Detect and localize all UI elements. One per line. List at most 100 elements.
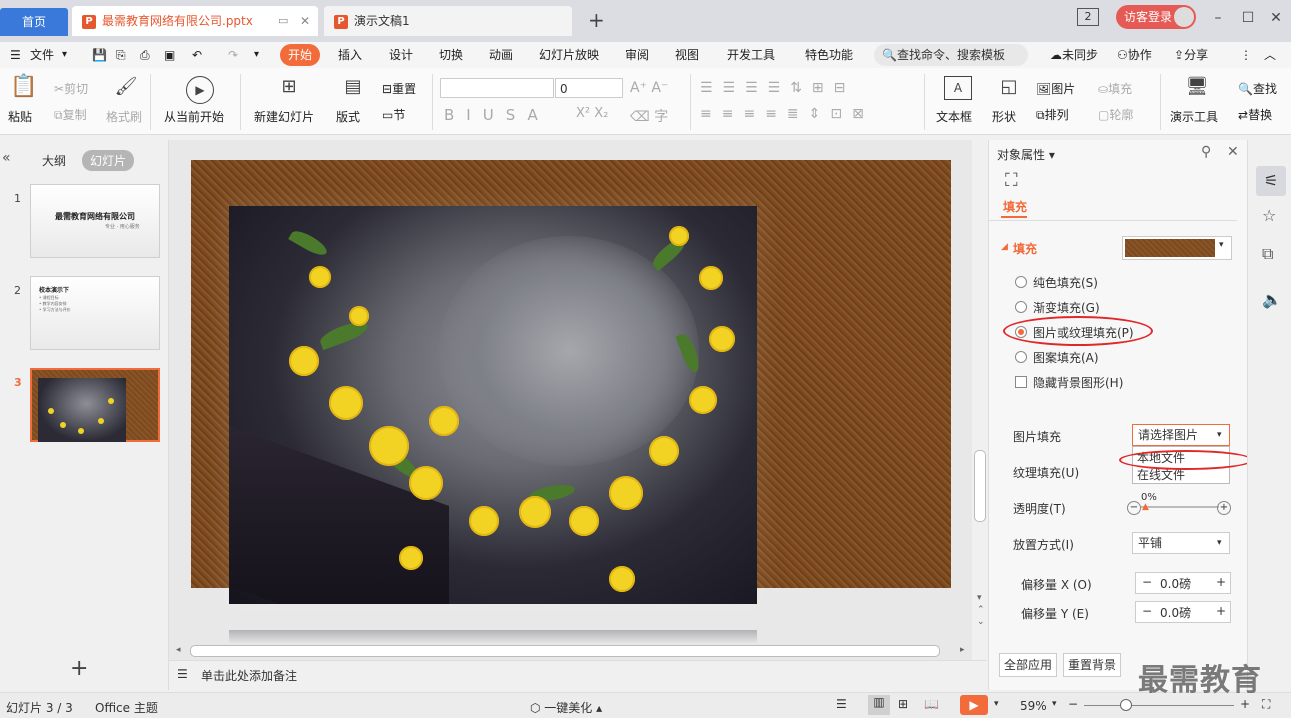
tab-fill[interactable]: 填充 — [1003, 198, 1027, 215]
command-search[interactable]: 🔍查找命令、搜索模板 — [874, 44, 1028, 66]
hide-bg-checkbox[interactable] — [1015, 376, 1027, 388]
paste-icon[interactable]: 📋 — [10, 74, 38, 99]
slide-thumbnail-2[interactable]: 校本演示下 • 课程目标 • 教学内容安排 • 学习方法与评价 — [30, 276, 160, 350]
tab-review[interactable]: 审阅 — [625, 42, 649, 68]
copy-button[interactable]: ⧉复制 — [54, 106, 87, 123]
plus-icon[interactable]: + — [1216, 575, 1226, 589]
reading-view-icon[interactable]: 📖 — [924, 697, 939, 711]
maximize-icon[interactable]: ☐ — [1238, 8, 1258, 28]
fill-section-title[interactable]: 填充 — [1013, 240, 1037, 257]
tab-insert[interactable]: 插入 — [338, 42, 362, 68]
doc-tab-draft[interactable]: P 演示文稿1 — [324, 6, 572, 36]
chevron-down-icon[interactable]: ▾ — [62, 42, 67, 68]
beautify-button[interactable]: ⬡ 一键美化 ▴ — [530, 699, 602, 716]
format-painter-button[interactable]: 格式刷 — [106, 108, 142, 125]
layout-button[interactable]: 版式 — [336, 108, 360, 125]
more-icon[interactable]: ⋮ — [1240, 42, 1252, 68]
scroll-right-icon[interactable]: ▸ — [960, 645, 965, 655]
horizontal-scrollbar[interactable] — [190, 645, 940, 657]
close-panel-icon[interactable]: ✕ — [1227, 144, 1239, 160]
zoom-out-icon[interactable]: − — [1068, 697, 1078, 711]
offset-x-stepper[interactable]: − 0.0磅 + — [1135, 572, 1231, 594]
quick-access-more-icon[interactable]: ▾ — [254, 42, 259, 68]
present-tools-icon[interactable]: 🖥 — [1184, 76, 1210, 97]
save-icon[interactable]: 💾 — [92, 42, 107, 68]
hide-bg-label[interactable]: 隐藏背景图形(H) — [1033, 374, 1123, 391]
option-solid-fill[interactable]: 纯色填充(S) — [1033, 274, 1098, 291]
transparency-minus[interactable]: − — [1127, 501, 1141, 515]
arrange-button[interactable]: ⧉排列 — [1036, 106, 1069, 123]
slide-thumbnail-3[interactable] — [30, 368, 160, 442]
layout-icon[interactable]: ▤ — [340, 76, 366, 97]
picture-button[interactable]: 🖼图片 — [1036, 80, 1075, 97]
hamburger-icon[interactable]: ☰ — [10, 42, 21, 68]
font-size-select[interactable]: 0 — [555, 78, 623, 98]
pin-icon[interactable]: ⚲ — [1201, 144, 1211, 160]
cut-button[interactable]: ✂剪切 — [54, 80, 88, 97]
add-tab-button[interactable]: + — [588, 8, 605, 32]
window-count-badge[interactable]: 2 — [1077, 8, 1099, 26]
radio-solid-fill[interactable] — [1015, 276, 1027, 288]
tab-start[interactable]: 开始 — [280, 44, 321, 66]
textbox-icon[interactable]: A — [944, 76, 972, 100]
panel-title[interactable]: 对象属性 ▾ — [997, 146, 1055, 163]
section-button[interactable]: ▭节 — [382, 106, 405, 123]
textbox-button[interactable]: 文本框 — [936, 108, 972, 125]
add-slide-button[interactable]: + — [70, 656, 88, 681]
from-current-button[interactable]: 从当前开始 — [164, 108, 224, 125]
zoom-level[interactable]: 59% — [1020, 699, 1047, 713]
zoom-thumb[interactable] — [1120, 699, 1132, 711]
transparency-slider[interactable] — [1141, 506, 1219, 508]
font-family-select[interactable] — [440, 78, 554, 98]
reset-button[interactable]: ⊟重置 — [382, 80, 416, 97]
option-pattern-fill[interactable]: 图案填充(A) — [1033, 349, 1099, 366]
share-button[interactable]: ⇪分享 — [1174, 42, 1208, 68]
zoom-in-icon[interactable]: + — [1240, 697, 1250, 711]
play-icon[interactable]: ▶ — [186, 76, 214, 104]
zoom-slider[interactable] — [1084, 705, 1234, 706]
print-icon[interactable]: ⎙ — [140, 42, 150, 68]
font-grow-icon[interactable]: A⁺ A⁻ — [630, 80, 668, 96]
properties-icon[interactable]: ⚟ — [1256, 166, 1286, 196]
redo-icon[interactable]: ↷ — [228, 42, 238, 68]
slide-canvas[interactable]: ▾ ⌃ ⌄ — [169, 140, 986, 660]
option-gradient-fill[interactable]: 渐变填充(G) — [1033, 299, 1100, 316]
list-icons[interactable]: ☰☰☰☰⇅⊞⊟ — [700, 80, 855, 96]
vertical-scrollbar[interactable] — [974, 450, 986, 522]
offset-y-stepper[interactable]: − 0.0磅 + — [1135, 601, 1231, 623]
paste-button[interactable]: 粘贴 — [8, 108, 32, 125]
transition-icon[interactable]: ⧉ — [1262, 244, 1273, 264]
minus-icon[interactable]: − — [1142, 575, 1152, 589]
radio-gradient-fill[interactable] — [1015, 301, 1027, 313]
tab-design[interactable]: 设计 — [389, 42, 413, 68]
align-icons[interactable]: ≡≡≡≡≣⇕⊡⊠ — [700, 106, 874, 122]
login-button[interactable]: 访客登录 — [1116, 5, 1196, 29]
text-format-icons[interactable]: BIUSA — [444, 106, 550, 124]
flower-photo[interactable] — [229, 206, 757, 604]
tab-features[interactable]: 特色功能 — [805, 42, 853, 68]
collapse-panel-icon[interactable]: « — [2, 150, 11, 166]
replace-button[interactable]: ⇄替换 — [1238, 106, 1272, 123]
close-icon[interactable]: ✕ — [300, 6, 310, 36]
tab-slideshow[interactable]: 幻灯片放映 — [539, 42, 599, 68]
star-icon[interactable]: ☆ — [1262, 206, 1276, 225]
shape-icon[interactable]: ◱ — [996, 76, 1022, 97]
tab-animation[interactable]: 动画 — [489, 42, 513, 68]
paint-bucket-icon[interactable]: ⛶ — [1005, 170, 1018, 191]
new-slide-icon[interactable]: ⊞ — [276, 76, 302, 97]
find-button[interactable]: 🔍查找 — [1238, 80, 1277, 97]
clear-format-icon[interactable]: ⌫ 字 — [630, 106, 668, 126]
scroll-arrows-icon[interactable]: ▾ ⌃ ⌄ — [977, 592, 985, 628]
sync-status[interactable]: ☁未同步 — [1050, 42, 1098, 68]
sorter-view-icon[interactable]: ⊞ — [898, 697, 908, 711]
doc-tab-pptx[interactable]: P 最需教育网络有限公司.pptx ▭ ✕ — [72, 6, 318, 36]
chevron-down-icon[interactable]: ▾ — [1052, 699, 1057, 709]
shape-button[interactable]: 形状 — [992, 108, 1016, 125]
notes-bar[interactable]: ☰ 单击此处添加备注 — [169, 660, 987, 691]
fit-window-icon[interactable]: ⛶ — [1262, 697, 1270, 712]
slider-thumb[interactable]: ▲ — [1142, 502, 1149, 512]
present-tools-button[interactable]: 演示工具 — [1170, 108, 1218, 125]
collab-button[interactable]: ⚇协作 — [1117, 42, 1152, 68]
slide-thumbnail-1[interactable]: 最需教育网络有限公司 专业 · 用心服务 — [30, 184, 160, 258]
close-window-icon[interactable]: ✕ — [1266, 8, 1286, 28]
